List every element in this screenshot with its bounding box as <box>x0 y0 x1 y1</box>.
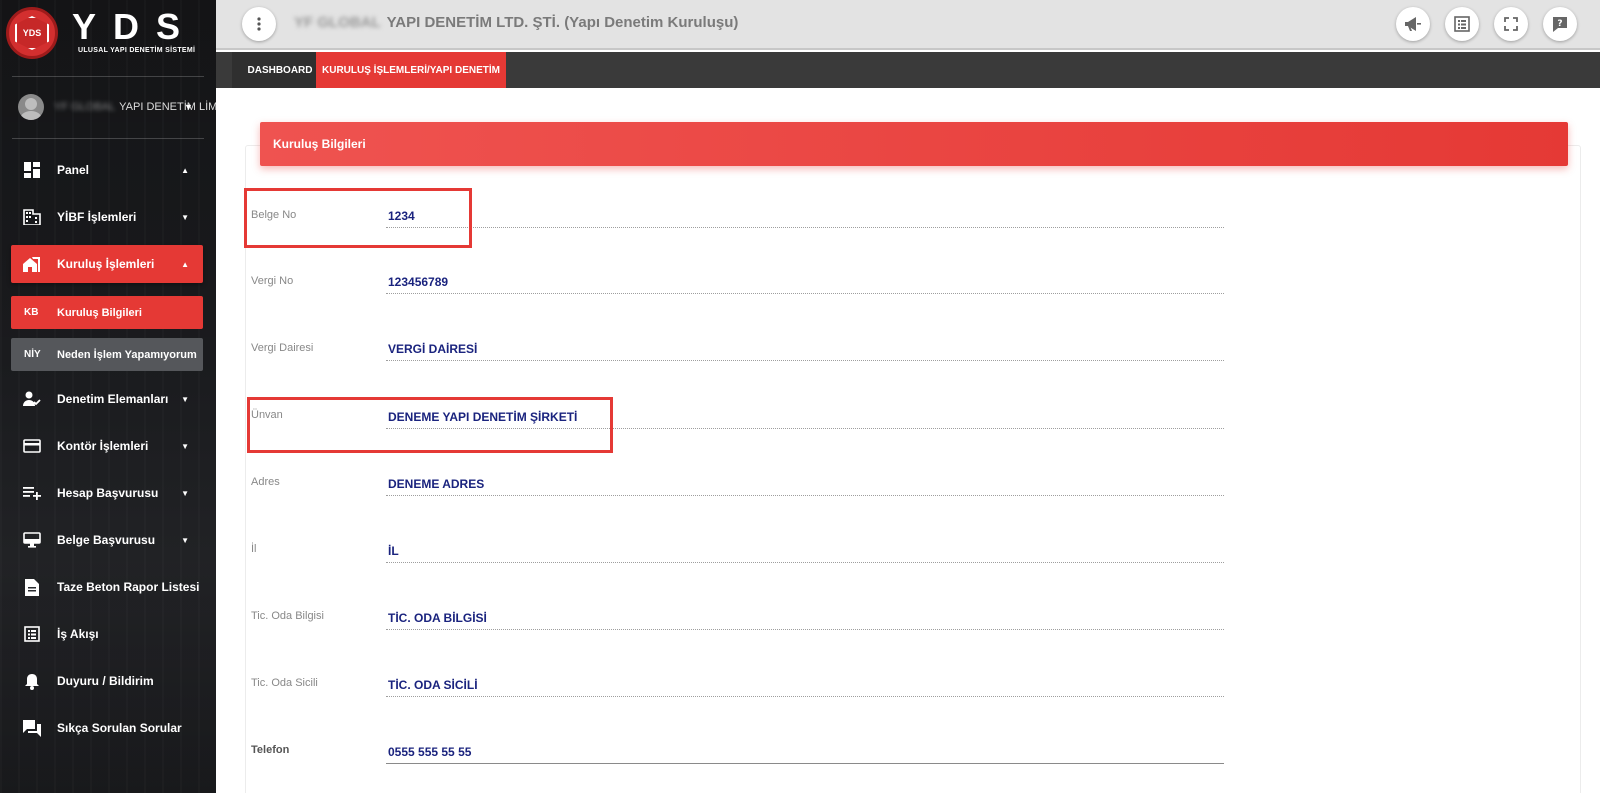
dashboard-icon <box>23 161 41 179</box>
sidebar-item-label: Sıkça Sorulan Sorular <box>57 721 182 735</box>
sidebar: YDS YDS ULUSAL YAPI DENETİM SİSTEMİ YF G… <box>0 0 216 793</box>
field-value-vergi-no: 123456789 <box>386 272 1224 294</box>
help-icon[interactable]: ? <box>1543 7 1577 41</box>
subitem-abbr: NİY <box>24 349 41 360</box>
chevron-down-icon: ▼ <box>181 535 189 545</box>
sidebar-item-label: Hesap Başvurusu <box>57 486 159 500</box>
document-icon <box>23 578 41 596</box>
tab-kurulus-islemleri[interactable]: KURULUŞ İŞLEMLERİ/YAPI DENETİM <box>316 52 506 88</box>
sidebar-item-denetim-elemanlari[interactable]: Denetim Elemanları ▼ <box>11 380 203 418</box>
desktop-icon <box>23 531 41 549</box>
field-label-tic-oda-sicili: Tic. Oda Sicili <box>251 677 318 689</box>
sidebar-item-yibf[interactable]: YİBF İşlemleri ▼ <box>11 198 203 236</box>
sidebar-item-label: İş Akışı <box>57 627 99 641</box>
field-label-adres: Adres <box>251 476 280 488</box>
sidebar-item-label: Taze Beton Rapor Listesi <box>57 580 200 594</box>
sidebar-item-label: Kuruluş İşlemleri <box>57 257 155 271</box>
more-vert-icon[interactable] <box>242 7 276 41</box>
field-value-tic-oda-bilgisi: TİC. ODA BİLGİSİ <box>386 608 1224 630</box>
sidebar-subitem-kurulus-bilgileri[interactable]: KB Kuruluş Bilgileri <box>11 296 203 329</box>
field-label-vergi-no: Vergi No <box>251 275 294 287</box>
sidebar-item-duyuru-bildirim[interactable]: Duyuru / Bildirim <box>11 662 203 700</box>
logo-text: YDS <box>22 28 42 38</box>
home-work-icon <box>23 255 41 273</box>
company-name-redacted: YF GLOBAL <box>294 14 381 31</box>
sidebar-item-label: Duyuru / Bildirim <box>57 674 154 688</box>
sidebar-item-sss[interactable]: Sıkça Sorulan Sorular <box>11 709 203 747</box>
field-label-il: İl <box>251 543 257 555</box>
annotation-box-belge-no <box>244 188 472 248</box>
bell-icon <box>23 672 41 690</box>
tab-dashboard[interactable]: DASHBOARD <box>232 52 328 88</box>
field-value-adres: DENEME ADRES <box>386 474 1224 496</box>
field-value-telefon: 0555 555 55 55 <box>386 742 1224 764</box>
sidebar-item-belge-basvurusu[interactable]: Belge Başvurusu ▼ <box>11 521 203 559</box>
card-header: Kuruluş Bilgileri <box>260 122 1568 166</box>
chevron-down-icon: ▼ <box>184 102 193 112</box>
list-alt-icon[interactable] <box>1445 7 1479 41</box>
field-value-belge-no: 1234 <box>386 206 1224 228</box>
person-check-icon <box>23 390 41 408</box>
forum-icon <box>23 719 41 737</box>
divider <box>12 138 204 139</box>
sidebar-item-label: Panel <box>57 163 90 177</box>
user-name: YAPI DENETİM LİM <box>119 101 216 113</box>
page-title-text: YAPI DENETİM LTD. ŞTİ. (Yapı Denetim Kur… <box>386 14 739 31</box>
subitem-label: Neden İşlem Yapamıyorum <box>57 348 197 361</box>
chevron-up-icon: ▲ <box>181 165 189 175</box>
sidebar-item-hesap-basvurusu[interactable]: Hesap Başvurusu ▼ <box>11 474 203 512</box>
sidebar-item-taze-beton-rapor[interactable]: Taze Beton Rapor Listesi <box>11 568 203 606</box>
field-label-vergi-dairesi: Vergi Dairesi <box>251 342 314 354</box>
sidebar-item-is-akisi[interactable]: İş Akışı <box>11 615 203 653</box>
chevron-up-icon: ▲ <box>181 259 189 269</box>
field-label-telefon: Telefon <box>251 744 290 756</box>
field-value-tic-oda-sicili: TİC. ODA SİCİLİ <box>386 675 1224 697</box>
fullscreen-icon[interactable] <box>1494 7 1528 41</box>
sidebar-item-panel[interactable]: Panel ▲ <box>11 151 203 189</box>
yds-logo: YDS <box>6 7 58 59</box>
brand-title: YDS <box>72 6 198 47</box>
page-title: YF GLOBAL YAPI DENETİM LTD. ŞTİ. (Yapı D… <box>294 14 738 31</box>
chevron-down-icon: ▼ <box>181 441 189 451</box>
sidebar-item-kontor-islemleri[interactable]: Kontör İşlemleri ▼ <box>11 427 203 465</box>
top-bar: YF GLOBAL YAPI DENETİM LTD. ŞTİ. (Yapı D… <box>216 0 1600 50</box>
brand[interactable]: YDS YDS ULUSAL YAPI DENETİM SİSTEMİ <box>0 0 216 72</box>
brand-subtitle: ULUSAL YAPI DENETİM SİSTEMİ <box>78 47 196 54</box>
sidebar-item-label: YİBF İşlemleri <box>57 210 137 224</box>
tab-bar: DASHBOARD KURULUŞ İŞLEMLERİ/YAPI DENETİM <box>216 52 1600 88</box>
sidebar-subitem-neden-islem-yapamiyorum[interactable]: NİY Neden İşlem Yapamıyorum <box>11 338 203 371</box>
avatar <box>18 94 44 120</box>
sidebar-item-label: Denetim Elemanları <box>57 392 169 406</box>
divider <box>12 76 204 77</box>
chevron-down-icon: ▼ <box>181 212 189 222</box>
svg-text:?: ? <box>1557 19 1562 29</box>
chevron-down-icon: ▼ <box>181 394 189 404</box>
subitem-label: Kuruluş Bilgileri <box>57 306 142 319</box>
annotation-box-unvan <box>247 397 613 453</box>
building-icon <box>23 208 41 226</box>
megaphone-icon[interactable] <box>1396 7 1430 41</box>
sidebar-item-kurulus-islemleri[interactable]: Kuruluş İşlemleri ▲ <box>11 245 203 283</box>
field-value-il: İL <box>386 541 1224 563</box>
sidebar-item-label: Belge Başvurusu <box>57 533 156 547</box>
list-icon <box>23 625 41 643</box>
subitem-abbr: KB <box>24 307 39 318</box>
chevron-down-icon: ▼ <box>181 488 189 498</box>
playlist-add-icon <box>23 484 41 502</box>
field-label-tic-oda-bilgisi: Tic. Oda Bilgisi <box>251 610 324 622</box>
user-menu[interactable]: YF GLOBAL YAPI DENETİM LİM ▼ <box>18 92 216 122</box>
sidebar-item-label: Kontör İşlemleri <box>57 439 149 453</box>
field-value-vergi-dairesi: VERGİ DAİRESİ <box>386 339 1224 361</box>
credit-card-icon <box>23 437 41 455</box>
user-name-redacted: YF GLOBAL <box>54 101 116 113</box>
